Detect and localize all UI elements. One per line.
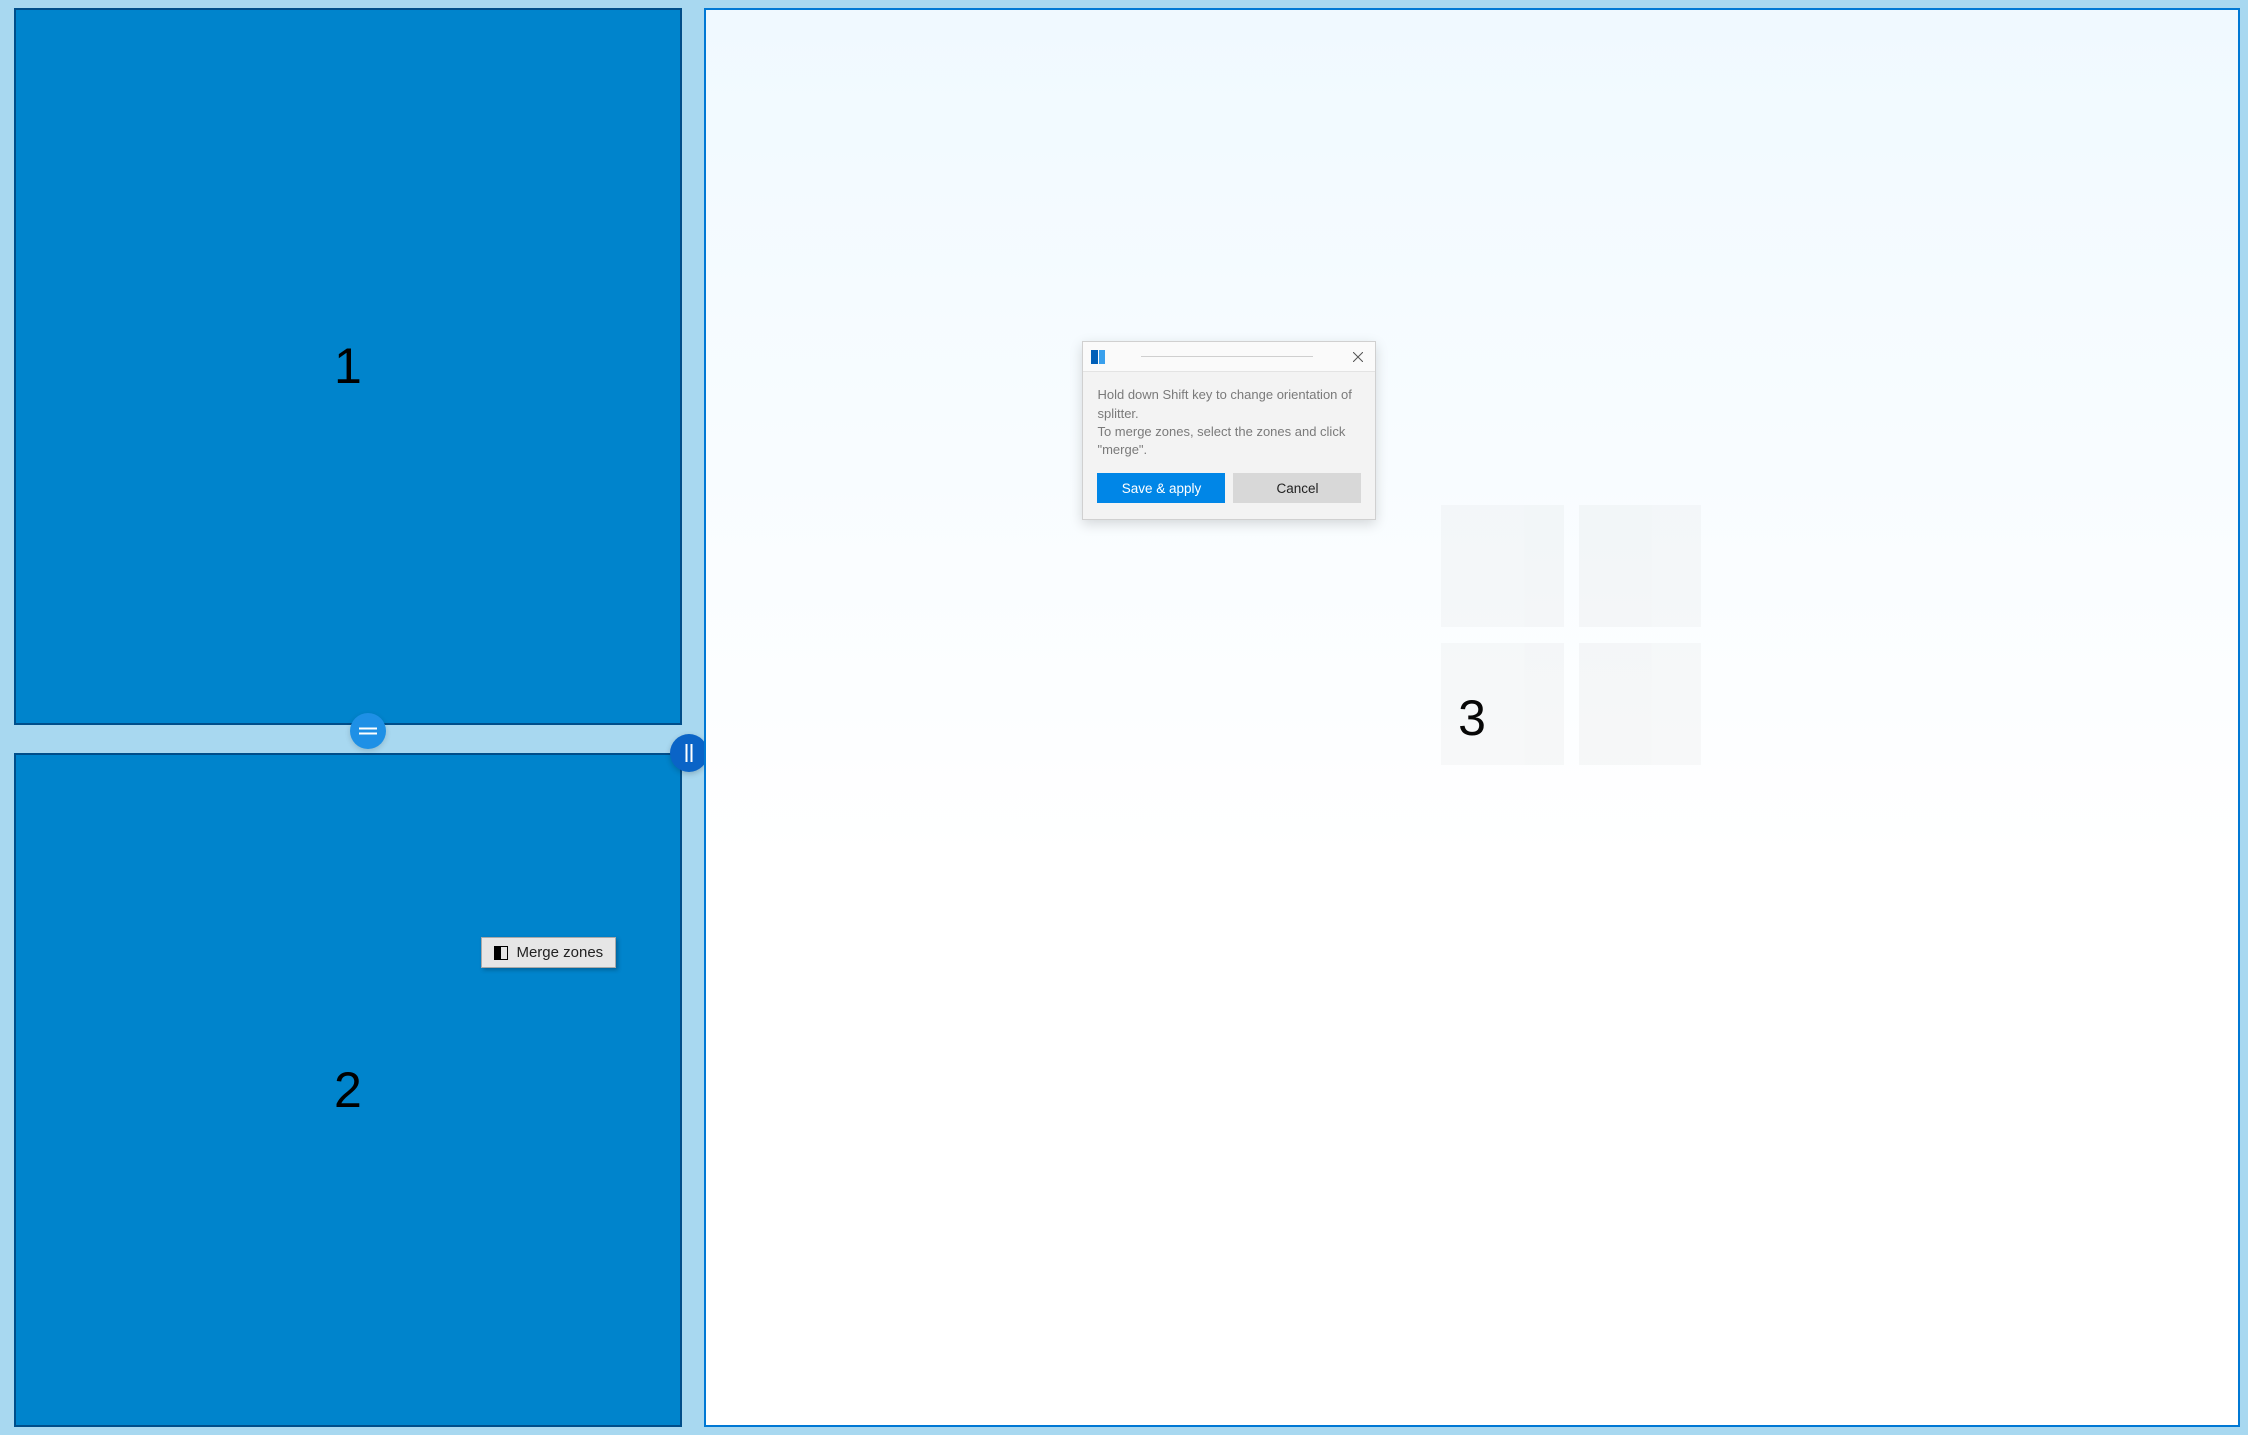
merge-zones-icon xyxy=(494,946,508,960)
zone-3[interactable]: 3 xyxy=(704,8,2240,1427)
zone-3-label: 3 xyxy=(706,10,2238,1425)
vertical-splitter[interactable] xyxy=(682,8,697,1427)
zone-editor-canvas[interactable]: 1 2 3 Merge zones xyxy=(14,8,2240,1427)
dialog-body: Hold down Shift key to change orientatio… xyxy=(1083,372,1375,519)
zone-group-left: 1 2 xyxy=(14,8,682,1427)
dialog-titlebar[interactable] xyxy=(1083,342,1375,372)
close-icon xyxy=(1353,352,1363,362)
horizontal-splitter[interactable] xyxy=(14,725,682,737)
save-apply-button[interactable]: Save & apply xyxy=(1097,473,1225,503)
horizontal-splitter-handle-icon[interactable] xyxy=(350,713,386,749)
dialog-title-separator xyxy=(1141,356,1313,357)
merge-zones-button[interactable]: Merge zones xyxy=(481,937,616,968)
zone-1[interactable]: 1 xyxy=(14,8,682,725)
dialog-close-button[interactable] xyxy=(1343,342,1373,372)
dialog-hint-text: Hold down Shift key to change orientatio… xyxy=(1097,386,1361,459)
merge-zones-label: Merge zones xyxy=(516,944,603,961)
dialog-button-row: Save & apply Cancel xyxy=(1097,473,1361,503)
editor-dialog: Hold down Shift key to change orientatio… xyxy=(1082,341,1376,520)
zone-2[interactable]: 2 xyxy=(14,753,682,1427)
fancyzones-app-icon xyxy=(1091,350,1105,364)
vertical-splitter-handle-icon[interactable] xyxy=(670,734,708,772)
cancel-button[interactable]: Cancel xyxy=(1233,473,1361,503)
